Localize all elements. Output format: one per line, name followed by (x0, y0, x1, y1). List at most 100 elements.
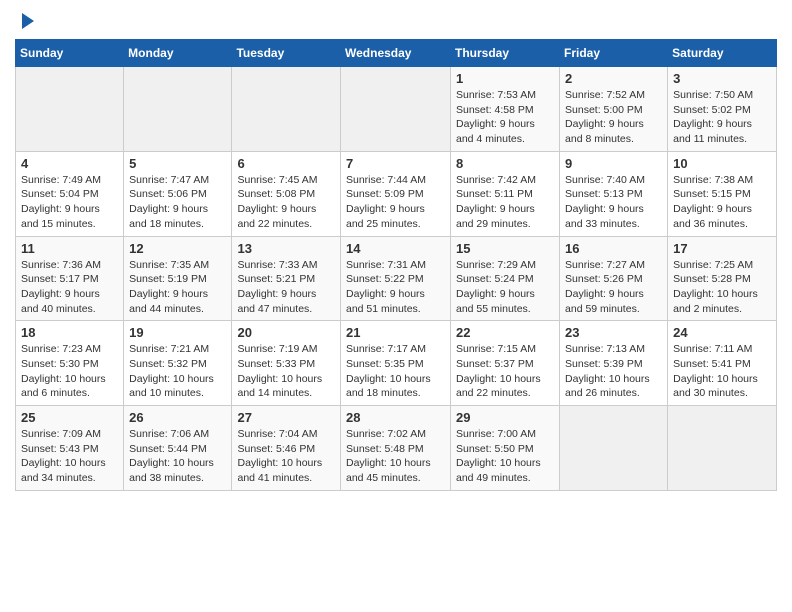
calendar-week-row: 18 Sunrise: 7:23 AM Sunset: 5:30 PM Dayli… (16, 321, 777, 406)
calendar-cell: 7Sunrise: 7:44 AM Sunset: 5:09 PM Daylig… (341, 151, 451, 236)
day-info: Sunrise: 7:29 AM Sunset: 5:24 PM Dayligh… (456, 258, 554, 317)
day-info: Sunrise: 7:42 AM Sunset: 5:11 PM Dayligh… (456, 173, 554, 232)
day-of-week-header: Wednesday (341, 40, 451, 67)
day-number: 7 (346, 156, 445, 171)
calendar-cell: 15 Sunrise: 7:29 AM Sunset: 5:24 PM Dayli… (451, 236, 560, 321)
calendar-cell: 2 Sunrise: 7:52 AM Sunset: 5:00 PM Daylig… (560, 67, 668, 152)
calendar-cell: 11 Sunrise: 7:36 AM Sunset: 5:17 PM Dayli… (16, 236, 124, 321)
calendar-cell: 24 Sunrise: 7:11 AM Sunset: 5:41 PM Dayli… (668, 321, 777, 406)
calendar-cell: 22 Sunrise: 7:15 AM Sunset: 5:37 PM Dayli… (451, 321, 560, 406)
day-number: 21 (346, 325, 445, 340)
calendar-cell: 14 Sunrise: 7:31 AM Sunset: 5:22 PM Dayli… (341, 236, 451, 321)
calendar-cell (16, 67, 124, 152)
day-number: 29 (456, 410, 554, 425)
day-number: 6 (237, 156, 335, 171)
logo-arrow-icon (22, 13, 34, 29)
calendar-cell (668, 406, 777, 491)
day-number: 1 (456, 71, 554, 86)
day-number: 8 (456, 156, 554, 171)
day-info: Sunrise: 7:13 AM Sunset: 5:39 PM Dayligh… (565, 342, 662, 401)
day-info: Sunrise: 7:15 AM Sunset: 5:37 PM Dayligh… (456, 342, 554, 401)
calendar-header-row: SundayMondayTuesdayWednesdayThursdayFrid… (16, 40, 777, 67)
day-info: Sunrise: 7:50 AM Sunset: 5:02 PM Dayligh… (673, 88, 771, 147)
day-number: 22 (456, 325, 554, 340)
day-of-week-header: Tuesday (232, 40, 341, 67)
calendar-cell: 19 Sunrise: 7:21 AM Sunset: 5:32 PM Dayli… (124, 321, 232, 406)
day-number: 16 (565, 241, 662, 256)
day-number: 20 (237, 325, 335, 340)
day-number: 25 (21, 410, 118, 425)
day-number: 2 (565, 71, 662, 86)
calendar-cell: 12 Sunrise: 7:35 AM Sunset: 5:19 PM Dayli… (124, 236, 232, 321)
day-number: 17 (673, 241, 771, 256)
day-info: Sunrise: 7:40 AM Sunset: 5:13 PM Dayligh… (565, 173, 662, 232)
calendar-cell: 1 Sunrise: 7:53 AM Sunset: 4:58 PM Daylig… (451, 67, 560, 152)
day-number: 11 (21, 241, 118, 256)
calendar-cell (124, 67, 232, 152)
day-number: 10 (673, 156, 771, 171)
day-number: 19 (129, 325, 226, 340)
calendar-cell: 27 Sunrise: 7:04 AM Sunset: 5:46 PM Dayli… (232, 406, 341, 491)
calendar-cell (232, 67, 341, 152)
calendar-cell: 16 Sunrise: 7:27 AM Sunset: 5:26 PM Dayli… (560, 236, 668, 321)
day-info: Sunrise: 7:19 AM Sunset: 5:33 PM Dayligh… (237, 342, 335, 401)
day-number: 13 (237, 241, 335, 256)
calendar-cell: 17 Sunrise: 7:25 AM Sunset: 5:28 PM Dayli… (668, 236, 777, 321)
day-info: Sunrise: 7:06 AM Sunset: 5:44 PM Dayligh… (129, 427, 226, 486)
day-number: 15 (456, 241, 554, 256)
day-number: 4 (21, 156, 118, 171)
day-of-week-header: Monday (124, 40, 232, 67)
day-info: Sunrise: 7:45 AM Sunset: 5:08 PM Dayligh… (237, 173, 335, 232)
calendar-cell: 10 Sunrise: 7:38 AM Sunset: 5:15 PM Dayli… (668, 151, 777, 236)
day-info: Sunrise: 7:33 AM Sunset: 5:21 PM Dayligh… (237, 258, 335, 317)
logo (15, 15, 34, 29)
day-number: 9 (565, 156, 662, 171)
day-info: Sunrise: 7:23 AM Sunset: 5:30 PM Dayligh… (21, 342, 118, 401)
day-number: 12 (129, 241, 226, 256)
day-number: 5 (129, 156, 226, 171)
calendar-cell: 18 Sunrise: 7:23 AM Sunset: 5:30 PM Dayli… (16, 321, 124, 406)
day-info: Sunrise: 7:31 AM Sunset: 5:22 PM Dayligh… (346, 258, 445, 317)
calendar-cell: 3 Sunrise: 7:50 AM Sunset: 5:02 PM Daylig… (668, 67, 777, 152)
day-info: Sunrise: 7:09 AM Sunset: 5:43 PM Dayligh… (21, 427, 118, 486)
day-info: Sunrise: 7:27 AM Sunset: 5:26 PM Dayligh… (565, 258, 662, 317)
calendar-cell: 9 Sunrise: 7:40 AM Sunset: 5:13 PM Daylig… (560, 151, 668, 236)
calendar-cell: 6 Sunrise: 7:45 AM Sunset: 5:08 PM Daylig… (232, 151, 341, 236)
calendar-week-row: 25 Sunrise: 7:09 AM Sunset: 5:43 PM Dayli… (16, 406, 777, 491)
calendar-week-row: 4 Sunrise: 7:49 AM Sunset: 5:04 PM Daylig… (16, 151, 777, 236)
day-of-week-header: Saturday (668, 40, 777, 67)
day-info: Sunrise: 7:35 AM Sunset: 5:19 PM Dayligh… (129, 258, 226, 317)
calendar-cell: 8 Sunrise: 7:42 AM Sunset: 5:11 PM Daylig… (451, 151, 560, 236)
calendar-cell: 4 Sunrise: 7:49 AM Sunset: 5:04 PM Daylig… (16, 151, 124, 236)
day-of-week-header: Friday (560, 40, 668, 67)
day-info: Sunrise: 7:38 AM Sunset: 5:15 PM Dayligh… (673, 173, 771, 232)
day-number: 24 (673, 325, 771, 340)
day-info: Sunrise: 7:49 AM Sunset: 5:04 PM Dayligh… (21, 173, 118, 232)
day-info: Sunrise: 7:21 AM Sunset: 5:32 PM Dayligh… (129, 342, 226, 401)
day-info: Sunrise: 7:53 AM Sunset: 4:58 PM Dayligh… (456, 88, 554, 147)
page-header (15, 15, 777, 29)
day-info: Sunrise: 7:52 AM Sunset: 5:00 PM Dayligh… (565, 88, 662, 147)
day-info: Sunrise: 7:11 AM Sunset: 5:41 PM Dayligh… (673, 342, 771, 401)
calendar-cell: 20 Sunrise: 7:19 AM Sunset: 5:33 PM Dayli… (232, 321, 341, 406)
calendar-cell: 5 Sunrise: 7:47 AM Sunset: 5:06 PM Daylig… (124, 151, 232, 236)
calendar-cell: 28Sunrise: 7:02 AM Sunset: 5:48 PM Dayli… (341, 406, 451, 491)
calendar-cell (341, 67, 451, 152)
day-info: Sunrise: 7:02 AM Sunset: 5:48 PM Dayligh… (346, 427, 445, 486)
day-of-week-header: Sunday (16, 40, 124, 67)
calendar-cell: 25 Sunrise: 7:09 AM Sunset: 5:43 PM Dayli… (16, 406, 124, 491)
day-info: Sunrise: 7:04 AM Sunset: 5:46 PM Dayligh… (237, 427, 335, 486)
calendar-week-row: 11 Sunrise: 7:36 AM Sunset: 5:17 PM Dayli… (16, 236, 777, 321)
day-info: Sunrise: 7:25 AM Sunset: 5:28 PM Dayligh… (673, 258, 771, 317)
day-number: 14 (346, 241, 445, 256)
day-number: 27 (237, 410, 335, 425)
day-number: 3 (673, 71, 771, 86)
calendar-cell (560, 406, 668, 491)
calendar-cell: 21Sunrise: 7:17 AM Sunset: 5:35 PM Dayli… (341, 321, 451, 406)
day-info: Sunrise: 7:36 AM Sunset: 5:17 PM Dayligh… (21, 258, 118, 317)
day-number: 26 (129, 410, 226, 425)
day-info: Sunrise: 7:47 AM Sunset: 5:06 PM Dayligh… (129, 173, 226, 232)
day-number: 18 (21, 325, 118, 340)
calendar-week-row: 1 Sunrise: 7:53 AM Sunset: 4:58 PM Daylig… (16, 67, 777, 152)
day-of-week-header: Thursday (451, 40, 560, 67)
